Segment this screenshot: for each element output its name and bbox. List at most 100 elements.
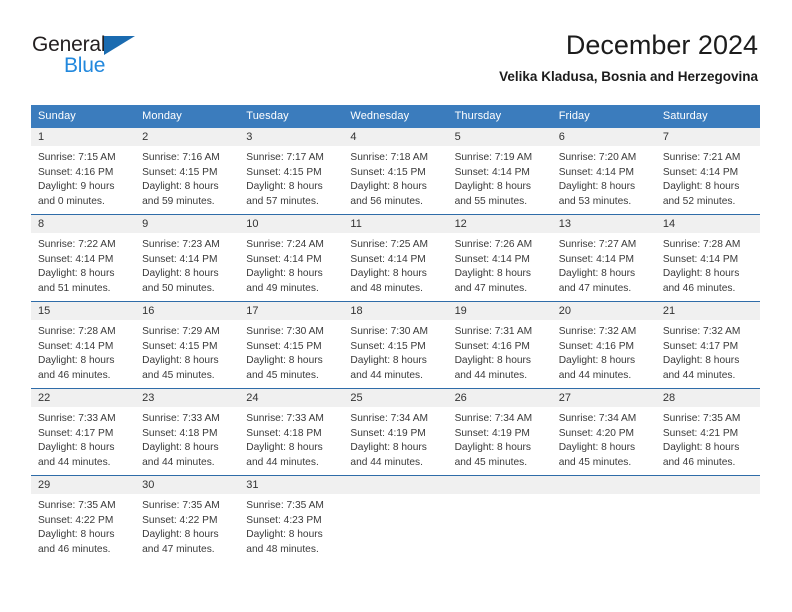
calendar-day-cell[interactable]: 9 Sunrise: 7:23 AM Sunset: 4:14 PM Daylight… (135, 214, 240, 302)
calendar-day-cell[interactable]: 1 Sunrise: 7:15 AM Sunset: 4:16 PM Daylight… (31, 128, 136, 215)
calendar-week-row: 22 Sunrise: 7:33 AM Sunset: 4:17 PM Dayligh… (31, 388, 760, 476)
daylight-duration-line1: Daylight: 8 hours (246, 529, 323, 541)
daylight-duration-line2: and 46 minutes. (662, 456, 736, 468)
sunrise-time: Sunrise: 7:28 AM (662, 239, 741, 250)
weekday-header-tuesday: Tuesday (239, 105, 344, 128)
calendar-day-cell[interactable]: 8 Sunrise: 7:22 AM Sunset: 4:14 PM Daylight… (31, 214, 136, 302)
day-number: 4 (343, 128, 448, 146)
calendar-day-cell[interactable]: 21 Sunrise: 7:32 AM Sunset: 4:17 PM Dayligh… (655, 301, 760, 389)
daylight-duration-line2: and 49 minutes. (246, 282, 319, 294)
calendar-day-cell[interactable]: 13 Sunrise: 7:27 AM Sunset: 4:14 PM Dayligh… (551, 214, 656, 302)
calendar-day-cell[interactable]: 20 Sunrise: 7:32 AM Sunset: 4:16 PM Dayligh… (551, 301, 656, 389)
sunset-time: Sunset: 4:14 PM (38, 253, 114, 265)
sunrise-time: Sunrise: 7:33 AM (246, 413, 324, 424)
day-number: 23 (135, 389, 240, 407)
daylight-duration-line2: and 45 minutes. (246, 369, 319, 381)
day-details: Sunrise: 7:21 AM Sunset: 4:14 PM Daylight:… (656, 146, 760, 214)
day-number: 29 (31, 476, 136, 494)
day-details: Sunrise: 7:24 AM Sunset: 4:14 PM Daylight:… (239, 233, 343, 301)
daylight-duration-line1: Daylight: 8 hours (142, 181, 219, 193)
calendar-day-cell[interactable]: 7 Sunrise: 7:21 AM Sunset: 4:14 PM Daylight… (655, 128, 760, 215)
day-number: 14 (655, 215, 760, 233)
title-block: December 2024 Velika Kladusa, Bosnia and… (499, 28, 758, 85)
calendar-day-cell[interactable]: 14 Sunrise: 7:28 AM Sunset: 4:14 PM Dayligh… (655, 214, 760, 302)
calendar-day-cell[interactable]: 27 Sunrise: 7:34 AM Sunset: 4:20 PM Dayligh… (551, 388, 656, 476)
calendar-day-cell[interactable]: 16 Sunrise: 7:29 AM Sunset: 4:15 PM Dayligh… (135, 301, 240, 389)
triangle-logo-icon (104, 36, 136, 55)
day-number: 18 (343, 302, 448, 320)
daylight-duration-line2: and 59 minutes. (142, 195, 215, 207)
calendar-day-cell[interactable]: 23 Sunrise: 7:33 AM Sunset: 4:18 PM Dayligh… (135, 388, 240, 476)
day-details: Sunrise: 7:27 AM Sunset: 4:14 PM Daylight:… (552, 233, 656, 301)
calendar-day-cell[interactable]: 12 Sunrise: 7:26 AM Sunset: 4:14 PM Dayligh… (447, 214, 552, 302)
day-details: Sunrise: 7:35 AM Sunset: 4:22 PM Daylight:… (31, 494, 135, 562)
sunrise-time: Sunrise: 7:32 AM (662, 326, 741, 337)
calendar-day-cell[interactable]: 4 Sunrise: 7:18 AM Sunset: 4:15 PM Daylight… (343, 128, 448, 215)
day-number: 26 (447, 389, 552, 407)
calendar-week-row: 15 Sunrise: 7:28 AM Sunset: 4:14 PM Dayligh… (31, 301, 760, 389)
day-details: Sunrise: 7:17 AM Sunset: 4:15 PM Daylight:… (239, 146, 343, 214)
logo-text-blue: Blue (64, 54, 106, 77)
calendar-day-cell[interactable]: 17 Sunrise: 7:30 AM Sunset: 4:15 PM Dayligh… (239, 301, 344, 389)
daylight-duration-line2: and 52 minutes. (662, 195, 736, 207)
calendar-table: Sunday Monday Tuesday Wednesday Thursday… (31, 105, 760, 562)
daylight-duration-line1: Daylight: 8 hours (558, 442, 636, 454)
daylight-duration-line2: and 46 minutes. (38, 543, 111, 555)
calendar-body: 1 Sunrise: 7:15 AM Sunset: 4:16 PM Daylight… (31, 128, 760, 562)
sunset-time: Sunset: 4:15 PM (246, 166, 322, 178)
calendar-day-cell[interactable]: 31 Sunrise: 7:35 AM Sunset: 4:23 PM Dayligh… (239, 475, 344, 562)
day-details: Sunrise: 7:22 AM Sunset: 4:14 PM Daylight:… (31, 233, 135, 301)
logo-top-row: General (32, 34, 144, 57)
sunrise-time: Sunrise: 7:19 AM (454, 152, 533, 163)
daylight-duration-line2: and 48 minutes. (246, 543, 319, 555)
calendar-day-cell[interactable]: 5 Sunrise: 7:19 AM Sunset: 4:14 PM Daylight… (447, 128, 552, 215)
daylight-duration-line1: Daylight: 8 hours (246, 181, 323, 193)
calendar-day-cell[interactable]: 26 Sunrise: 7:34 AM Sunset: 4:19 PM Dayligh… (447, 388, 552, 476)
calendar-day-cell[interactable]: 25 Sunrise: 7:34 AM Sunset: 4:19 PM Dayligh… (343, 388, 448, 476)
weekday-header-wednesday: Wednesday (343, 105, 448, 128)
day-number: 17 (239, 302, 344, 320)
daylight-duration-line1: Daylight: 8 hours (454, 181, 532, 193)
sunset-time: Sunset: 4:22 PM (38, 514, 114, 526)
daylight-duration-line1: Daylight: 8 hours (142, 442, 219, 454)
calendar-day-cell[interactable]: 28 Sunrise: 7:35 AM Sunset: 4:21 PM Dayligh… (655, 388, 760, 476)
calendar-day-cell[interactable]: 11 Sunrise: 7:25 AM Sunset: 4:14 PM Dayligh… (343, 214, 448, 302)
daylight-duration-line2: and 44 minutes. (662, 369, 736, 381)
sunset-time: Sunset: 4:14 PM (454, 253, 530, 265)
calendar-day-cell[interactable]: 18 Sunrise: 7:30 AM Sunset: 4:15 PM Dayligh… (343, 301, 448, 389)
calendar-day-cell[interactable]: 24 Sunrise: 7:33 AM Sunset: 4:18 PM Dayligh… (239, 388, 344, 476)
calendar-day-cell[interactable]: 2 Sunrise: 7:16 AM Sunset: 4:15 PM Daylight… (135, 128, 240, 215)
sunset-time: Sunset: 4:15 PM (142, 166, 218, 178)
calendar-day-cell[interactable]: 22 Sunrise: 7:33 AM Sunset: 4:17 PM Dayligh… (31, 388, 136, 476)
day-details: Sunrise: 7:35 AM Sunset: 4:21 PM Daylight:… (656, 407, 760, 475)
daylight-duration-line2: and 45 minutes. (142, 369, 215, 381)
calendar-day-cell[interactable]: 30 Sunrise: 7:35 AM Sunset: 4:22 PM Dayligh… (135, 475, 240, 562)
calendar-day-cell[interactable]: 6 Sunrise: 7:20 AM Sunset: 4:14 PM Daylight… (551, 128, 656, 215)
day-details: Sunrise: 7:35 AM Sunset: 4:23 PM Daylight:… (239, 494, 343, 562)
sunset-time: Sunset: 4:14 PM (558, 253, 635, 265)
sunset-time: Sunset: 4:21 PM (662, 427, 739, 439)
day-details: Sunrise: 7:33 AM Sunset: 4:18 PM Daylight:… (239, 407, 343, 475)
calendar-day-cell[interactable]: 3 Sunrise: 7:17 AM Sunset: 4:15 PM Daylight… (239, 128, 344, 215)
calendar-day-cell[interactable]: 29 Sunrise: 7:35 AM Sunset: 4:22 PM Dayligh… (31, 475, 136, 562)
sunset-time: Sunset: 4:23 PM (246, 514, 322, 526)
calendar-day-cell[interactable]: 15 Sunrise: 7:28 AM Sunset: 4:14 PM Dayligh… (31, 301, 136, 389)
calendar-day-cell-empty (655, 475, 760, 562)
sunrise-time: Sunrise: 7:20 AM (558, 152, 637, 163)
day-details (552, 494, 656, 562)
daylight-duration-line1: Daylight: 8 hours (454, 268, 532, 280)
day-details: Sunrise: 7:29 AM Sunset: 4:15 PM Daylight:… (135, 320, 239, 388)
sunrise-time: Sunrise: 7:31 AM (454, 326, 533, 337)
sunrise-time: Sunrise: 7:27 AM (558, 239, 637, 250)
sunset-time: Sunset: 4:14 PM (246, 253, 322, 265)
daylight-duration-line2: and 44 minutes. (38, 456, 111, 468)
daylight-duration-line2: and 46 minutes. (38, 369, 111, 381)
sunset-time: Sunset: 4:20 PM (558, 427, 635, 439)
calendar-day-cell[interactable]: 19 Sunrise: 7:31 AM Sunset: 4:16 PM Dayligh… (447, 301, 552, 389)
daylight-duration-line1: Daylight: 8 hours (662, 268, 740, 280)
sunrise-time: Sunrise: 7:25 AM (350, 239, 429, 250)
day-details: Sunrise: 7:34 AM Sunset: 4:19 PM Daylight:… (343, 407, 447, 475)
day-number: 6 (551, 128, 656, 146)
calendar-day-cell[interactable]: 10 Sunrise: 7:24 AM Sunset: 4:14 PM Dayligh… (239, 214, 344, 302)
day-number: 15 (31, 302, 136, 320)
